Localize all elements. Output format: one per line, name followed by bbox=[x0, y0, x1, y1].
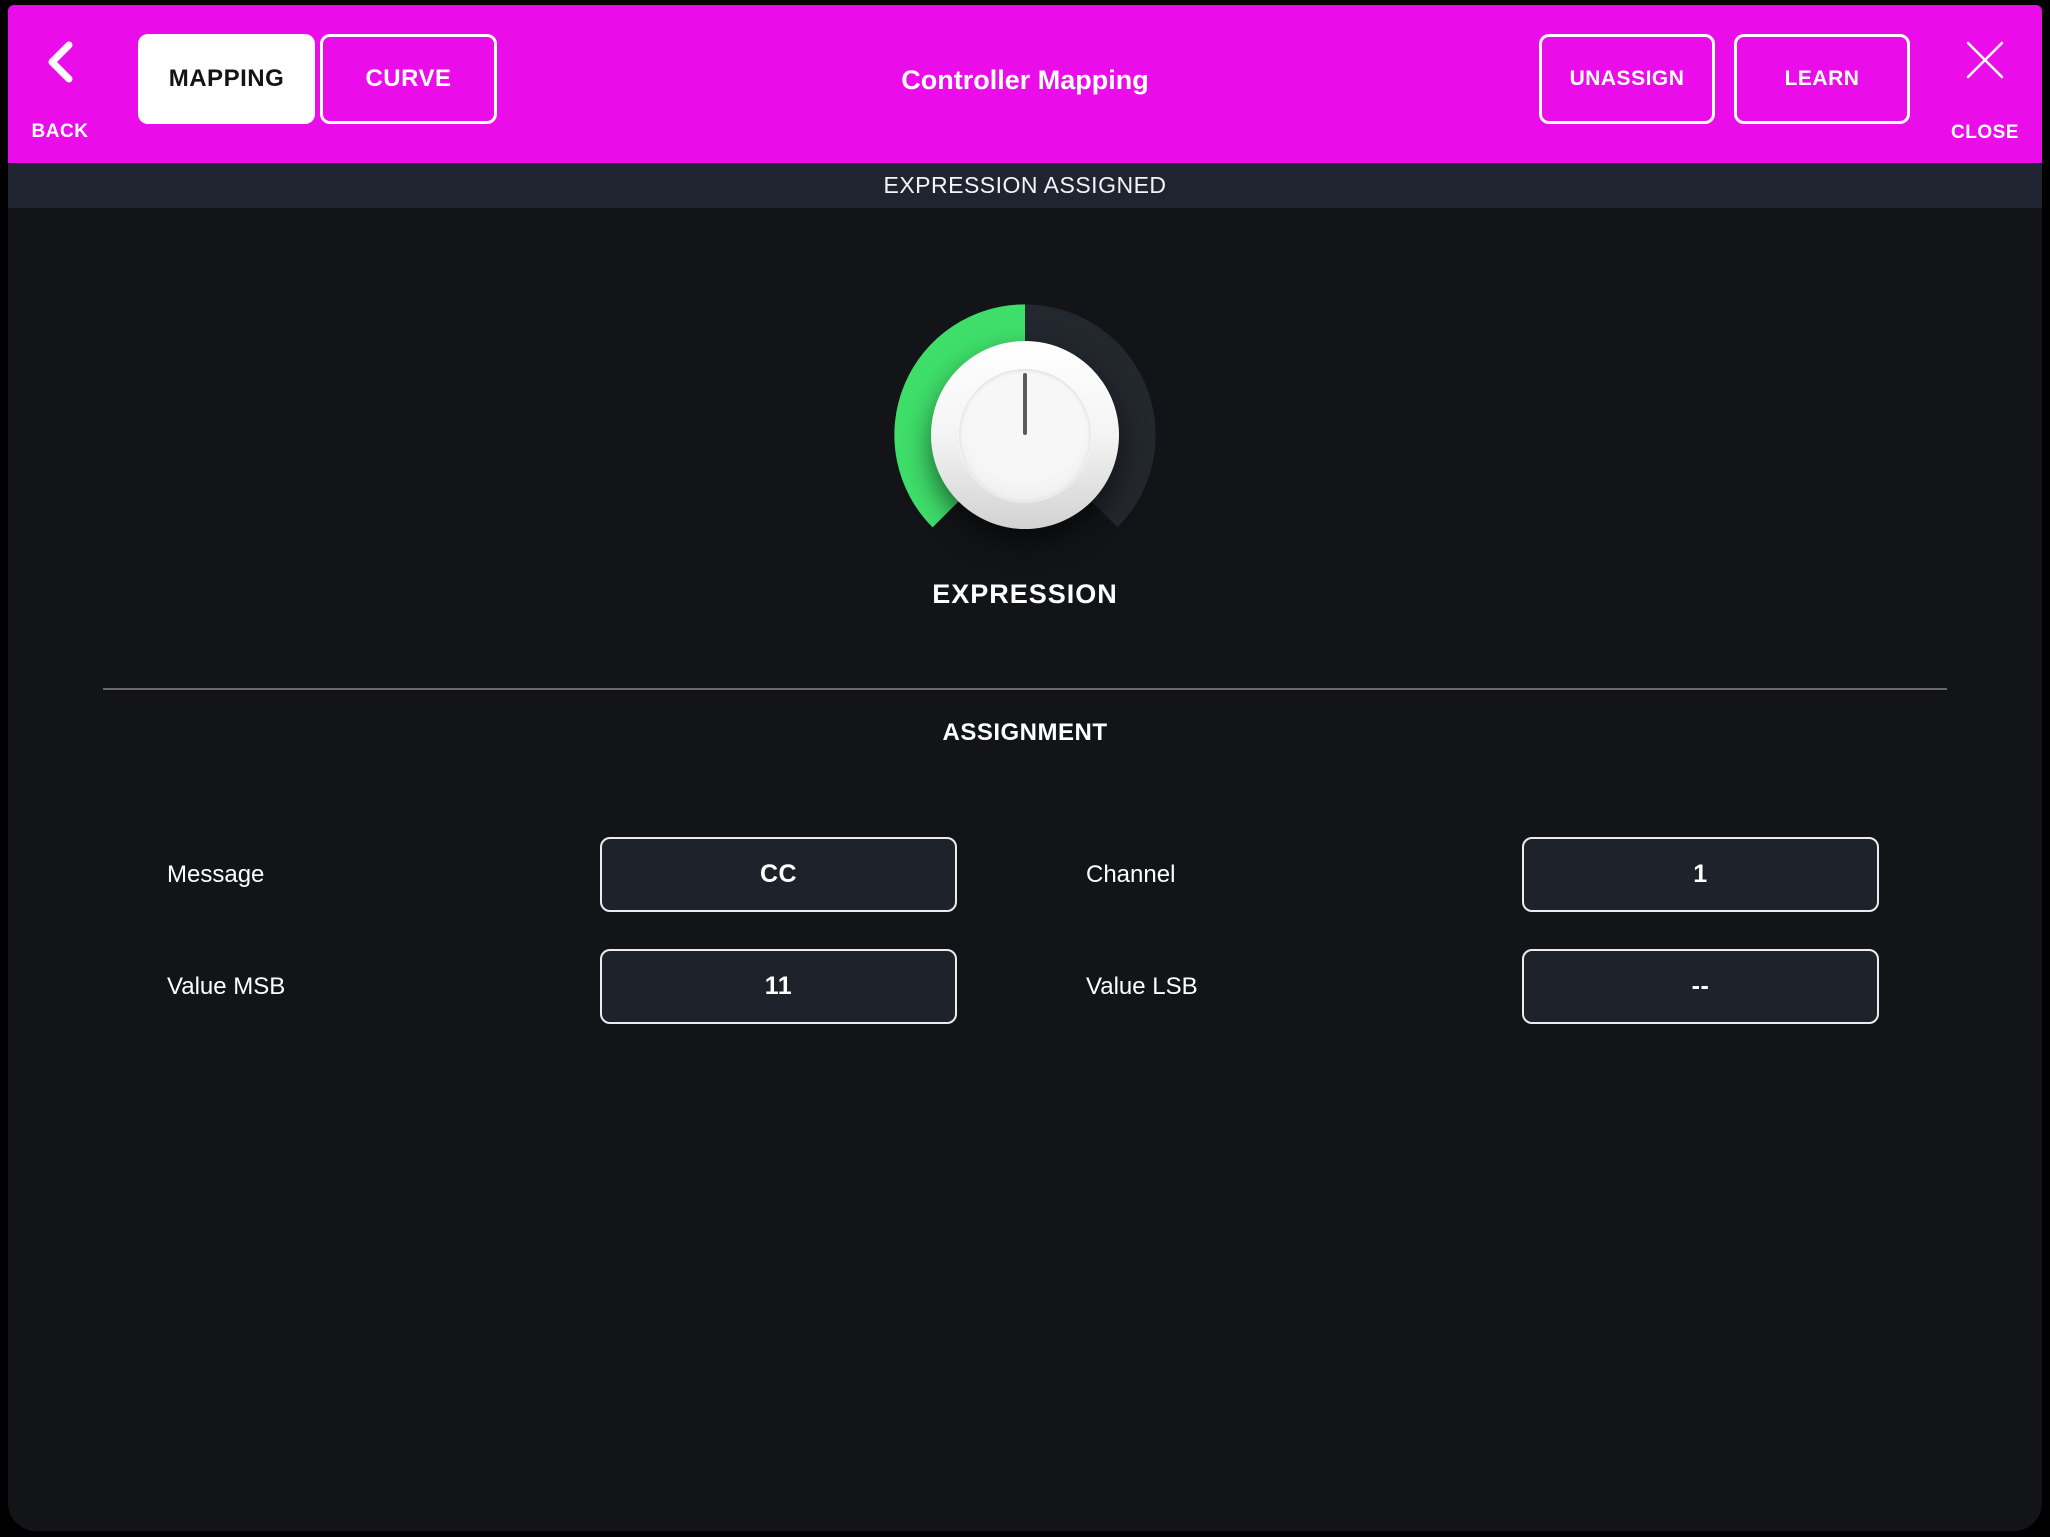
expression-knob[interactable] bbox=[885, 295, 1165, 575]
close-label: CLOSE bbox=[1935, 122, 2035, 144]
message-value-selector[interactable]: CC bbox=[600, 837, 957, 912]
screen: BACK MAPPING CURVE Controller Mapping UN… bbox=[0, 0, 2050, 1537]
knob-label: EXPRESSION bbox=[8, 579, 2042, 610]
section-divider bbox=[103, 688, 1947, 690]
channel-label: Channel bbox=[1086, 837, 1175, 912]
close-button[interactable]: CLOSE bbox=[1933, 29, 2037, 154]
unassign-button[interactable]: UNASSIGN bbox=[1539, 34, 1715, 124]
knob-body bbox=[931, 341, 1119, 529]
message-label: Message bbox=[167, 837, 264, 912]
close-icon bbox=[1963, 38, 2007, 82]
value-lsb-label: Value LSB bbox=[1086, 949, 1198, 1024]
knob-pointer-indicator bbox=[1023, 373, 1027, 435]
back-label: BACK bbox=[20, 121, 100, 143]
controller-mapping-panel: BACK MAPPING CURVE Controller Mapping UN… bbox=[8, 5, 2042, 1531]
value-lsb-selector[interactable]: -- bbox=[1522, 949, 1879, 1024]
value-msb-label: Value MSB bbox=[167, 949, 285, 1024]
header-bar: BACK MAPPING CURVE Controller Mapping UN… bbox=[8, 5, 2042, 163]
learn-button[interactable]: LEARN bbox=[1734, 34, 1910, 124]
value-msb-selector[interactable]: 11 bbox=[600, 949, 957, 1024]
assignment-heading: ASSIGNMENT bbox=[8, 719, 2042, 747]
assignment-status-bar: EXPRESSION ASSIGNED bbox=[8, 163, 2042, 208]
channel-value-selector[interactable]: 1 bbox=[1522, 837, 1879, 912]
